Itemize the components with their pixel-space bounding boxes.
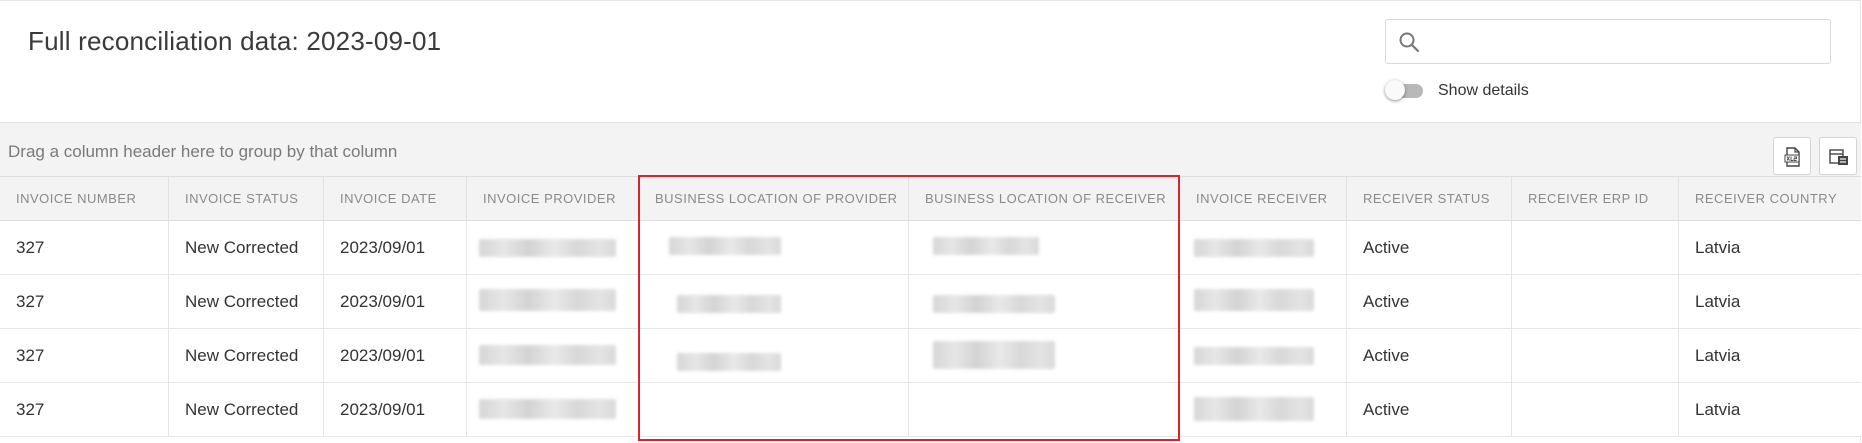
cell-business-location-receiver-redacted [909,275,1180,328]
page-title: Full reconciliation data: 2023-09-01 [28,26,442,56]
cell-receiver-erp-id [1512,329,1679,382]
show-details-label: Show details [1438,82,1529,99]
cell-receiver-erp-id [1512,275,1679,328]
xlsx-export-button[interactable] [1773,137,1811,175]
cell-invoice-receiver-redacted [1180,329,1347,382]
cell-receiver-status: Active [1347,221,1512,274]
column-header-invoice-number[interactable]: INVOICE NUMBER [0,177,169,221]
column-chooser-icon [1829,149,1848,165]
redacted-text [1194,289,1314,311]
redacted-text [677,295,781,313]
xlsx-export-icon [1784,147,1800,167]
cell-business-location-provider-redacted [639,329,909,382]
column-header-invoice-status[interactable]: INVOICE STATUS [169,177,324,221]
table-row[interactable]: 327 New Corrected 2023/09/01 Active Latv… [0,275,1861,329]
redacted-text [1194,347,1314,365]
redacted-text [933,295,1055,313]
search-box[interactable] [1385,19,1831,65]
cell-receiver-status: Active [1347,275,1512,328]
redacted-text [1194,397,1314,421]
cell-invoice-number: 327 [0,275,169,328]
show-details-toggle[interactable] [1385,80,1425,100]
cell-receiver-erp-id [1512,221,1679,274]
column-header-business-location-receiver[interactable]: BUSINESS LOCATION OF RECEIVER [909,177,1180,221]
cell-business-location-receiver-redacted [909,329,1180,382]
cell-invoice-status: New Corrected [169,221,324,274]
table-row[interactable]: 327 New Corrected 2023/09/01 Active Latv… [0,383,1861,437]
column-header-receiver-country[interactable]: RECEIVER COUNTRY [1679,177,1861,221]
cell-invoice-status: New Corrected [169,329,324,382]
cell-receiver-country: Latvia [1695,238,1741,257]
cell-receiver-erp-id [1512,383,1679,436]
redacted-text [669,237,781,255]
data-grid: INVOICE NUMBER INVOICE STATUS INVOICE DA… [0,176,1861,443]
column-header-invoice-receiver[interactable]: INVOICE RECEIVER [1180,177,1347,221]
column-header-receiver-status[interactable]: RECEIVER STATUS [1347,177,1512,221]
header-row: INVOICE NUMBER INVOICE STATUS INVOICE DA… [0,176,1861,221]
group-panel-hint: Drag a column header here to group by th… [8,142,398,161]
column-header-invoice-provider[interactable]: INVOICE PROVIDER [467,177,639,221]
cell-invoice-provider-redacted [467,329,639,382]
cell-receiver-status: Active [1347,383,1512,436]
redacted-text [677,353,781,371]
table-row[interactable]: 327 New Corrected 2023/09/01 Active Latv… [0,221,1861,275]
cell-invoice-date: 2023/09/01 [324,383,467,436]
redacted-text [933,237,1039,255]
redacted-text [479,239,616,257]
cell-invoice-provider-redacted [467,221,639,274]
cell-receiver-country: Latvia [1695,400,1741,419]
cell-invoice-date: 2023/09/01 [324,275,467,328]
table-row[interactable]: 327 New Corrected 2023/09/01 Active Latv… [0,329,1861,383]
search-icon [1399,32,1420,53]
redacted-text [1194,239,1314,257]
cell-business-location-receiver [909,383,1180,436]
cell-invoice-receiver-redacted [1180,275,1347,328]
redacted-text [479,345,616,365]
cell-receiver-country: Latvia [1695,292,1741,311]
cell-invoice-status: New Corrected [169,275,324,328]
search-input[interactable] [1430,20,1824,65]
redacted-text [933,341,1055,369]
redacted-text [479,289,616,311]
toggle-knob [1385,80,1405,100]
cell-invoice-date: 2023/09/01 [324,329,467,382]
cell-invoice-provider-redacted [467,383,639,436]
column-chooser-button[interactable] [1819,137,1857,175]
cell-business-location-provider [639,383,909,436]
cell-invoice-status: New Corrected [169,383,324,436]
cell-business-location-receiver-redacted [909,221,1180,274]
cell-invoice-date: 2023/09/01 [324,221,467,274]
cell-business-location-provider-redacted [639,275,909,328]
column-header-invoice-date[interactable]: INVOICE DATE [324,177,467,221]
cell-invoice-receiver-redacted [1180,221,1347,274]
cell-receiver-status: Active [1347,329,1512,382]
cell-invoice-provider-redacted [467,275,639,328]
column-header-business-location-provider[interactable]: BUSINESS LOCATION OF PROVIDER [639,177,909,221]
cell-invoice-receiver-redacted [1180,383,1347,436]
cell-invoice-number: 327 [0,329,169,382]
cell-business-location-provider-redacted [639,221,909,274]
group-panel[interactable]: Drag a column header here to group by th… [0,122,1861,177]
cell-invoice-number: 327 [0,221,169,274]
cell-receiver-country: Latvia [1695,346,1741,365]
cell-invoice-number: 327 [0,383,169,436]
column-header-receiver-erp-id[interactable]: RECEIVER ERP ID [1512,177,1679,221]
redacted-text [479,399,616,419]
